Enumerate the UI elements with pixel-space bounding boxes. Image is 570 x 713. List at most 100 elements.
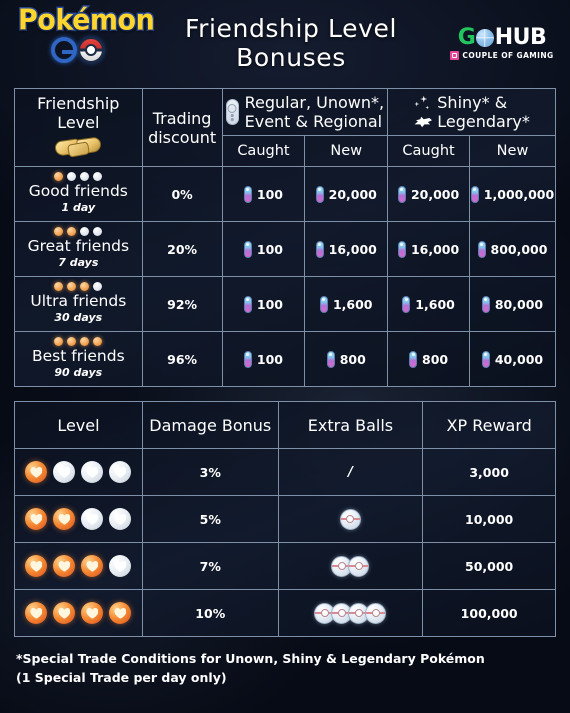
heart-icon bbox=[53, 602, 76, 624]
friendship-dot-icon bbox=[54, 227, 64, 236]
heart-icon bbox=[109, 602, 132, 624]
extra-balls-group bbox=[279, 508, 423, 530]
friendship-dot-icon bbox=[93, 227, 103, 236]
handshake-icon bbox=[54, 135, 103, 161]
cell-trading-discount: 20% bbox=[141, 221, 223, 277]
footnote-line-2: (1 Special Trade per day only) bbox=[16, 670, 227, 685]
friendship-dot-icon bbox=[93, 172, 103, 181]
friendship-level-days: 1 day bbox=[61, 201, 96, 214]
value-text: 100 bbox=[256, 296, 283, 312]
stardust-icon bbox=[315, 185, 324, 203]
friendship-dots bbox=[17, 337, 140, 346]
stardust-icon bbox=[243, 240, 252, 258]
cell-friendship-level: Ultra friends 30 days bbox=[14, 276, 143, 332]
footnote-line-1: *Special Trade Conditions for Unown, Shi… bbox=[16, 651, 485, 666]
header-group-shiny-line1: Shiny* & bbox=[437, 93, 508, 112]
cell-shiny-new: 1,000,000 bbox=[468, 166, 557, 222]
heart-icon bbox=[81, 602, 104, 624]
extra-balls-group bbox=[279, 602, 423, 624]
cell-level-hearts bbox=[14, 542, 143, 590]
globe-icon bbox=[475, 28, 494, 47]
table-row: 3% / 3,000 bbox=[14, 448, 556, 496]
heart-group bbox=[15, 555, 142, 577]
infographic-page: Pokémon Friendship Level Bonuses G HUB C… bbox=[0, 0, 570, 713]
table-row: Best friends 90 days 96% 100 800 800 40,000 bbox=[14, 331, 557, 387]
cell-shiny-new: 800,000 bbox=[468, 221, 557, 277]
friendship-dots bbox=[17, 227, 140, 236]
friendship-dots bbox=[17, 172, 140, 181]
cell-friendship-level: Best friends 90 days bbox=[14, 331, 143, 387]
header-extra-balls: Extra Balls bbox=[277, 401, 424, 449]
table-row: 10% 100,000 bbox=[14, 589, 556, 637]
pokemon-wordmark: Pokémon bbox=[17, 3, 156, 38]
friendship-dot-icon bbox=[67, 282, 77, 291]
sparkles-icon bbox=[413, 94, 433, 114]
cell-extra-balls bbox=[277, 542, 424, 590]
cell-damage-bonus: 3% bbox=[141, 448, 279, 496]
cell-regular-caught: 100 bbox=[221, 276, 306, 332]
pokeball-icon bbox=[365, 602, 387, 624]
header-trading-discount-line2: discount bbox=[148, 127, 217, 147]
header-level: Level bbox=[14, 401, 143, 449]
footnote: *Special Trade Conditions for Unown, Shi… bbox=[16, 649, 554, 687]
friendship-level-days: 90 days bbox=[54, 366, 103, 379]
heart-icon bbox=[81, 508, 104, 530]
heart-icon bbox=[53, 555, 76, 577]
gohub-logo: G HUB COUPLE OF GAMING bbox=[446, 24, 558, 60]
cell-shiny-caught: 800 bbox=[387, 331, 470, 387]
header-regular-new: New bbox=[304, 135, 389, 167]
go-wordmark bbox=[18, 37, 136, 63]
cell-regular-new: 16,000 bbox=[304, 221, 389, 277]
friendship-level-name: Great friends bbox=[27, 237, 130, 255]
friendship-level-name: Ultra friends bbox=[30, 292, 127, 310]
heart-icon bbox=[25, 602, 48, 624]
header-friendship-level: Friendship Level bbox=[14, 88, 143, 167]
heart-icon bbox=[81, 461, 104, 483]
table-row: 5% 10,000 bbox=[14, 495, 556, 543]
value-text: 80,000 bbox=[494, 296, 544, 312]
value-text: 1,600 bbox=[332, 296, 373, 312]
header-friendship-level-line1: Friendship bbox=[37, 94, 120, 113]
stardust-icon bbox=[397, 185, 406, 203]
header-group-shiny-line2: Legendary* bbox=[437, 112, 530, 131]
header-group-regular-line1: Regular, Unown*, bbox=[244, 93, 385, 112]
legendary-bird-icon bbox=[414, 116, 433, 128]
page-title: Friendship Level Bonuses bbox=[136, 14, 446, 72]
cell-shiny-caught: 1,600 bbox=[387, 276, 470, 332]
friendship-dot-icon bbox=[67, 172, 77, 181]
friendship-level-days: 7 days bbox=[58, 256, 99, 269]
pokeball-icon bbox=[348, 555, 370, 577]
stardust-icon bbox=[477, 240, 486, 258]
gohub-wordmark: G HUB bbox=[446, 24, 558, 50]
header-shiny-caught: Caught bbox=[387, 135, 470, 167]
value-text: 800 bbox=[422, 351, 449, 367]
heart-icon bbox=[53, 508, 76, 530]
cell-damage-bonus: 5% bbox=[141, 495, 279, 543]
cell-shiny-caught: 20,000 bbox=[387, 166, 470, 222]
extra-balls-group bbox=[279, 555, 423, 577]
stardust-icon bbox=[243, 185, 252, 203]
table1-header-row: Friendship Level Trading discount Regula… bbox=[14, 88, 556, 167]
cell-regular-new: 20,000 bbox=[304, 166, 389, 222]
friendship-dot-icon bbox=[54, 282, 64, 291]
friendship-dot-icon bbox=[80, 227, 90, 236]
value-text: 100 bbox=[256, 241, 283, 257]
cell-shiny-caught: 16,000 bbox=[387, 221, 470, 277]
friendship-bonuses-table: Friendship Level Trading discount Regula… bbox=[14, 88, 557, 387]
gohub-badge-icon bbox=[450, 50, 460, 60]
gohub-letters-hub: HUB bbox=[494, 24, 547, 50]
value-text: 1,600 bbox=[415, 296, 455, 312]
cell-regular-new: 1,600 bbox=[304, 276, 389, 332]
pokeball-icon bbox=[339, 508, 361, 530]
table2-body: 3% / 3,000 5% 10,000 7% 50,000 10% 100,000 bbox=[14, 448, 556, 637]
cell-level-hearts bbox=[14, 589, 143, 637]
cell-shiny-new: 40,000 bbox=[468, 331, 557, 387]
value-text: 40,000 bbox=[494, 351, 544, 367]
heart-icon bbox=[53, 461, 76, 483]
title-line-1: Friendship Level bbox=[184, 14, 398, 43]
value-text: 100 bbox=[256, 186, 283, 202]
pokeball-icon bbox=[77, 37, 104, 63]
cell-xp-reward: 100,000 bbox=[422, 589, 556, 637]
gohub-letter-g: G bbox=[457, 24, 476, 50]
cell-friendship-level: Good friends 1 day bbox=[14, 166, 143, 222]
